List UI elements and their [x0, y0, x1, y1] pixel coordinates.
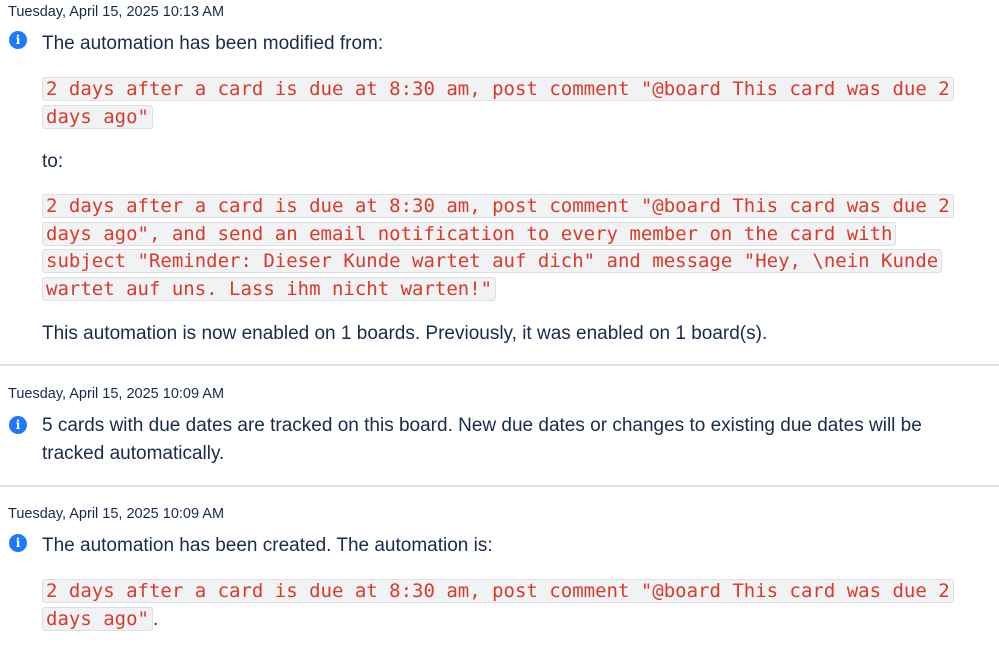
- created-rule-code: 2 days after a card is due at 8:30 am, p…: [42, 579, 954, 631]
- rule-suffix: .: [152, 608, 159, 630]
- info-icon: i: [9, 416, 27, 434]
- entry-timestamp: Tuesday, April 15, 2025 10:09 AM: [8, 506, 225, 522]
- old-rule-code: 2 days after a card is due at 8:30 am, p…: [42, 77, 954, 129]
- connector-text: to:: [42, 151, 64, 172]
- entry-body: i The automation has been modified from:…: [0, 23, 999, 364]
- activity-entry: Tuesday, April 15, 2025 10:09 AM i 5 car…: [0, 364, 999, 485]
- entry-body: i The automation has been created. The a…: [0, 525, 999, 633]
- entry-timestamp: Tuesday, April 15, 2025 10:13 AM: [8, 4, 225, 20]
- old-automation-rule: 2 days after a card is due at 8:30 am, p…: [42, 76, 983, 131]
- entry-body: i 5 cards with due dates are tracked on …: [0, 405, 999, 485]
- activity-log: Tuesday, April 15, 2025 10:13 AM i The a…: [0, 0, 999, 647]
- new-rule-code: 2 days after a card is due at 8:30 am, p…: [42, 194, 954, 301]
- created-automation-rule: 2 days after a card is due at 8:30 am, p…: [42, 578, 983, 633]
- enabled-boards-text: This automation is now enabled on 1 boar…: [42, 323, 768, 344]
- entry-message: 5 cards with due dates are tracked on th…: [42, 415, 922, 464]
- activity-entry: Tuesday, April 15, 2025 10:09 AM i The a…: [0, 485, 999, 633]
- new-automation-rule: 2 days after a card is due at 8:30 am, p…: [42, 193, 983, 303]
- info-icon: i: [9, 534, 27, 552]
- activity-entry: Tuesday, April 15, 2025 10:13 AM i The a…: [0, 0, 999, 364]
- info-icon: i: [9, 31, 27, 49]
- entry-timestamp: Tuesday, April 15, 2025 10:09 AM: [8, 386, 225, 402]
- entry-message: The automation has been modified from:: [42, 33, 384, 54]
- entry-message: The automation has been created. The aut…: [42, 535, 493, 556]
